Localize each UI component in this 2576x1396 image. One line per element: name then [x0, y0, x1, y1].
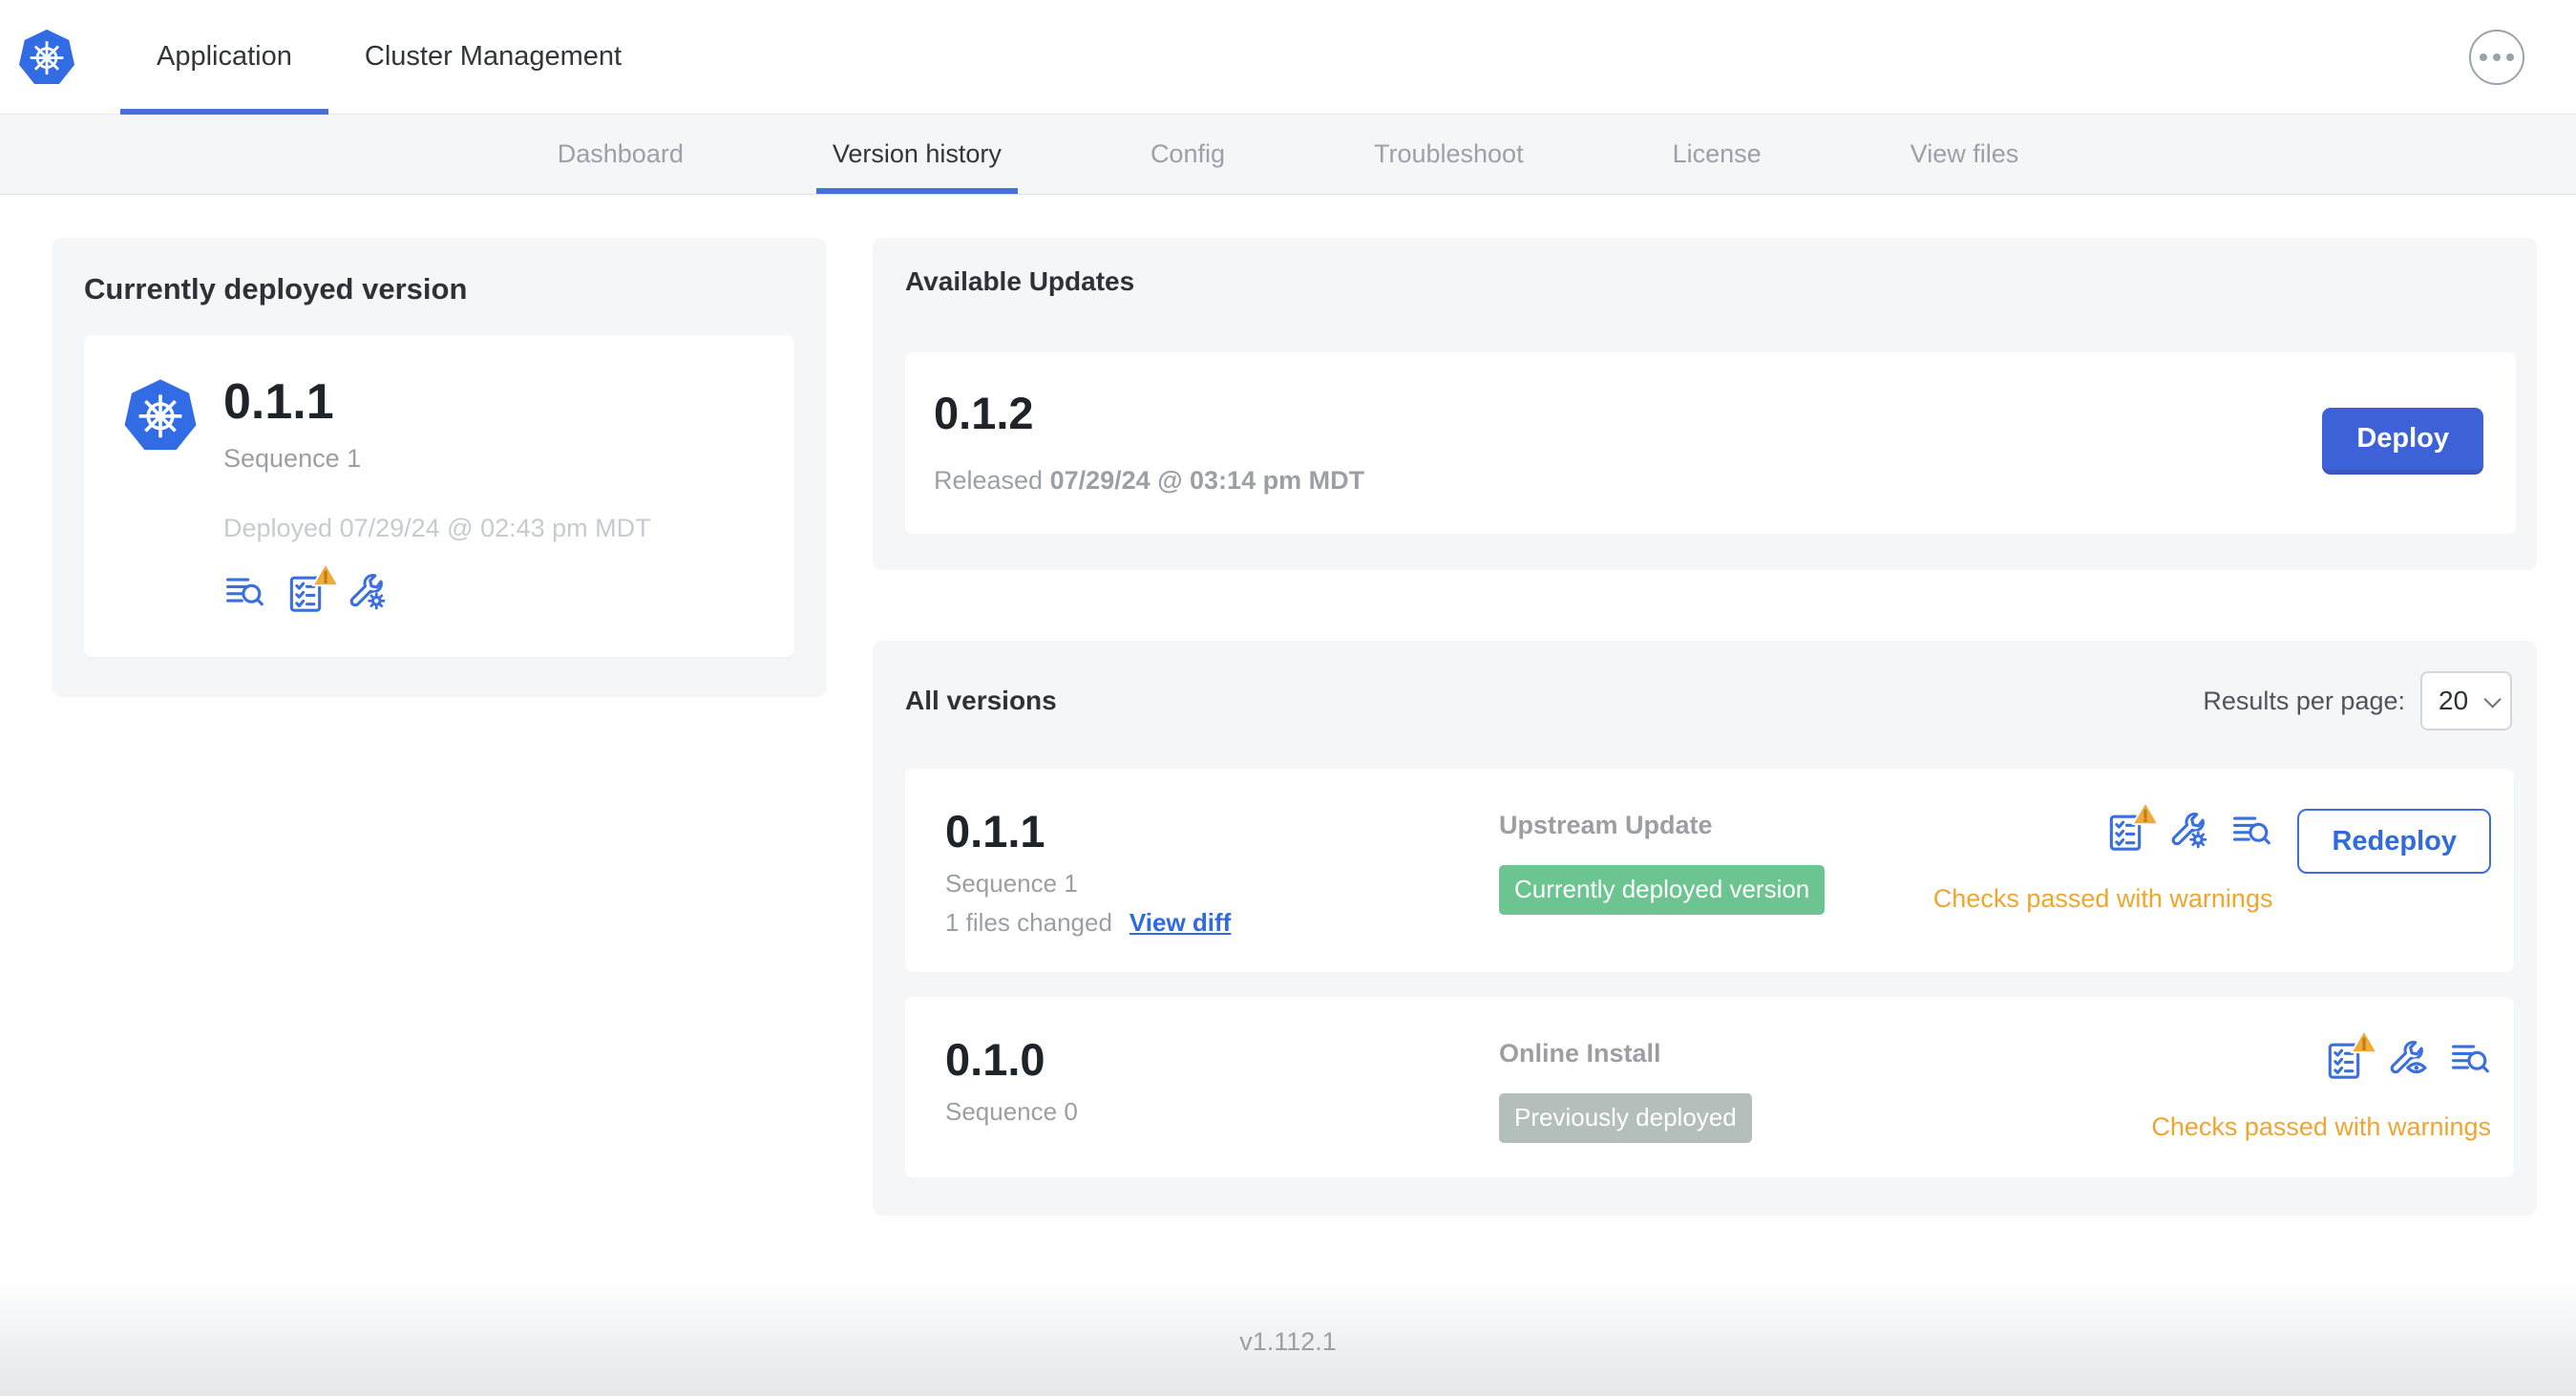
subnav-tab-config[interactable]: Config [1134, 115, 1241, 194]
version-row-info: 0.1.0 Sequence 0 [945, 1033, 1499, 1127]
all-versions-card: All versions Results per page: 20 0.1.1 … [873, 641, 2537, 1216]
current-version-deployed-at: Deployed 07/29/24 @ 02:43 pm MDT [223, 514, 651, 542]
kubernetes-app-icon [122, 377, 199, 617]
subnav-tab-license[interactable]: License [1657, 115, 1778, 194]
current-version-sequence: Sequence 1 [223, 444, 362, 473]
version-row: 0.1.1 Sequence 1 1 files changed View di… [905, 769, 2514, 972]
row-icons-and-status: Checks passed with warnings [1932, 800, 2273, 914]
version-row-source: Upstream Update Currently deployed versi… [1499, 805, 1933, 915]
row-files-changed: 1 files changed View diff [945, 908, 1232, 938]
version-row-info: 0.1.1 Sequence 1 1 files changed View di… [945, 805, 1499, 938]
tab-cluster-management-label: Cluster Management [364, 41, 623, 72]
update-released-at: Released 07/29/24 @ 03:14 pm MDT [934, 466, 1365, 495]
results-per-page-label: Results per page: [2203, 686, 2405, 715]
tab-application-label: Application [157, 41, 292, 72]
results-per-page: Results per page: 20 [2203, 671, 2512, 730]
versions-column: Available Updates 0.1.2 Released 07/29/2… [873, 238, 2537, 1216]
warning-triangle-icon [2350, 1028, 2378, 1053]
version-row-actions: Checks passed with warnings [2151, 1028, 2491, 1142]
warning-triangle-icon [311, 561, 340, 586]
current-version-actions [223, 561, 651, 617]
current-version-info: 0.1.1 Sequence 1 Deployed 07/29/24 @ 02:… [223, 373, 651, 617]
kubernetes-logo-icon [17, 0, 76, 114]
edit-config-icon[interactable] [346, 570, 388, 617]
preflight-checks-warning-icon[interactable] [285, 561, 340, 615]
app-subnav: Dashboard Version history Config Trouble… [0, 115, 2576, 195]
row-action-icons [2104, 800, 2272, 856]
view-diff-link[interactable]: View diff [1130, 908, 1231, 938]
results-per-page-select[interactable]: 20 [2420, 671, 2512, 730]
version-row: 0.1.0 Sequence 0 Online Install Previous… [905, 997, 2514, 1177]
redeploy-button[interactable]: Redeploy [2297, 809, 2491, 874]
subnav-tab-view-files[interactable]: View files [1894, 115, 2036, 194]
subnav-tab-dashboard[interactable]: Dashboard [541, 115, 700, 194]
available-updates-card: Available Updates 0.1.2 Released 07/29/2… [873, 238, 2537, 570]
logs-icon[interactable] [223, 570, 265, 617]
status-badge: Previously deployed [1499, 1093, 1752, 1143]
overflow-menu-button[interactable] [2469, 29, 2524, 85]
version-row-actions: Checks passed with warnings Redeploy [1932, 800, 2491, 914]
deploy-button[interactable]: Deploy [2322, 408, 2483, 475]
admin-console-page: Application Cluster Management Dashboard… [0, 0, 2576, 1396]
logs-icon[interactable] [2230, 809, 2272, 856]
row-source-label: Online Install [1499, 1039, 1661, 1068]
row-sequence: Sequence 1 [945, 869, 1078, 898]
tab-cluster-management[interactable]: Cluster Management [328, 0, 658, 114]
edit-config-icon[interactable] [2167, 809, 2209, 856]
row-action-icons [2323, 1028, 2491, 1084]
current-version-number: 0.1.1 [223, 374, 334, 430]
preflight-checks-warning-icon[interactable] [2104, 800, 2160, 854]
row-version-number: 0.1.0 [945, 1034, 1045, 1085]
logs-icon[interactable] [2449, 1037, 2491, 1084]
console-footer: v1.112.1 [0, 1287, 2576, 1396]
all-versions-title: All versions [905, 686, 1057, 715]
warning-triangle-icon [2132, 800, 2160, 825]
available-update-info: 0.1.2 Released 07/29/24 @ 03:14 pm MDT [934, 387, 1364, 496]
version-history-content: Currently deployed version 0.1.1 Sequenc… [0, 195, 2576, 1216]
currently-deployed-inner-card: 0.1.1 Sequence 1 Deployed 07/29/24 @ 02:… [84, 335, 794, 657]
subnav-tab-troubleshoot[interactable]: Troubleshoot [1358, 115, 1540, 194]
top-navbar: Application Cluster Management [0, 0, 2576, 115]
available-updates-title: Available Updates [905, 266, 1135, 296]
checks-status-text: Checks passed with warnings [1932, 884, 2273, 913]
console-version-label: v1.112.1 [1239, 1326, 1337, 1356]
available-update-row: 0.1.2 Released 07/29/24 @ 03:14 pm MDT D… [905, 352, 2516, 534]
status-badge: Currently deployed version [1499, 865, 1826, 915]
version-row-source: Online Install Previously deployed [1499, 1033, 2151, 1143]
update-version-number: 0.1.2 [934, 388, 1034, 438]
checks-status-text: Checks passed with warnings [2151, 1112, 2491, 1141]
chevron-down-icon [2483, 689, 2502, 709]
currently-deployed-title: Currently deployed version [84, 272, 468, 306]
ellipsis-icon [2480, 53, 2487, 61]
preflight-checks-warning-icon[interactable] [2323, 1028, 2378, 1082]
subnav-tab-version-history[interactable]: Version history [815, 115, 1019, 194]
view-config-icon[interactable] [2386, 1037, 2428, 1084]
current-version-column: Currently deployed version 0.1.1 Sequenc… [52, 238, 827, 697]
row-version-number: 0.1.1 [945, 806, 1045, 857]
tab-application[interactable]: Application [120, 0, 328, 115]
row-sequence: Sequence 0 [945, 1097, 1078, 1126]
currently-deployed-card: Currently deployed version 0.1.1 Sequenc… [52, 238, 827, 697]
row-source-label: Upstream Update [1499, 811, 1713, 839]
row-icons-and-status: Checks passed with warnings [2151, 1028, 2491, 1142]
all-versions-header: All versions Results per page: 20 [905, 671, 2514, 730]
